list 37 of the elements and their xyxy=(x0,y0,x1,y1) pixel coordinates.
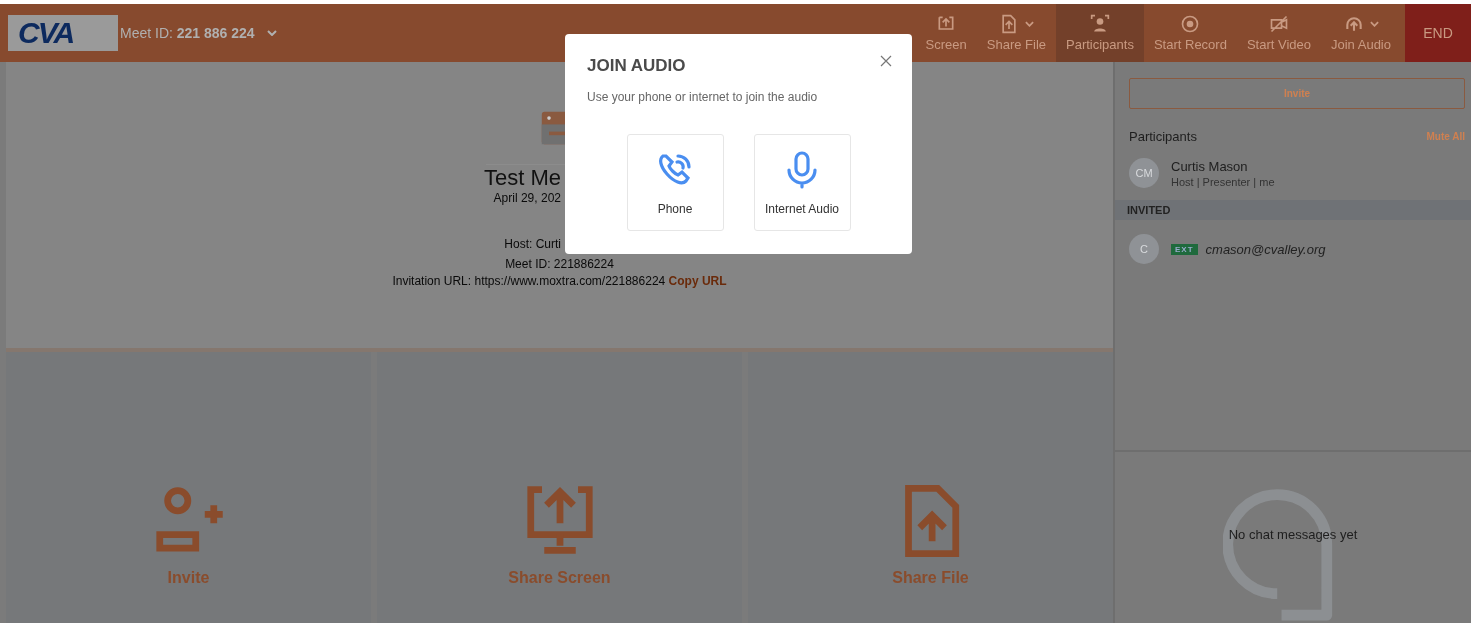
participant-name: Curtis Mason xyxy=(1171,158,1249,174)
audio-option-button[interactable]: Phone xyxy=(626,134,724,231)
chevron-down-icon[interactable] xyxy=(266,30,277,36)
company-logo: CVA xyxy=(8,15,118,51)
dialog-title: JOIN AUDIO xyxy=(587,56,686,76)
action-tile[interactable]: Share Screen xyxy=(377,352,742,623)
toolbar-button[interactable]: Start Video xyxy=(1236,4,1321,62)
meeting-id: Meet ID: 221886224 xyxy=(505,257,614,271)
toolbar-button[interactable]: Share File xyxy=(976,4,1056,62)
meeting-id: Meet ID: 221 886 224 xyxy=(120,25,255,41)
meeting-date: April 29, 202 xyxy=(493,191,561,205)
video-off-icon xyxy=(1268,14,1289,34)
toolbar-button[interactable]: Participants xyxy=(1056,4,1144,62)
action-tile[interactable]: Invite xyxy=(6,352,371,623)
empty-chat-message: No chat messages yet xyxy=(1228,527,1358,542)
close-icon[interactable] xyxy=(880,55,892,67)
record-icon xyxy=(1180,14,1201,34)
people-icon xyxy=(1089,14,1110,34)
participants-heading: Participants xyxy=(1129,129,1197,144)
toolbar-button[interactable]: Join Audio xyxy=(1321,4,1401,62)
participant-role: Host | Presenter | me xyxy=(1171,175,1275,188)
meeting-title: Test Me xyxy=(483,165,561,190)
dialog-message: Use your phone or internet to join the audio xyxy=(587,90,819,104)
copy-url-link[interactable]: Copy URL xyxy=(668,274,727,288)
toolbar-button[interactable]: Start Record xyxy=(1143,4,1237,62)
external-badge: EXT xyxy=(1171,243,1198,255)
avatar: CM xyxy=(1129,158,1159,188)
headphones-upload-icon xyxy=(1343,14,1364,34)
audio-option-button[interactable]: Internet Audio xyxy=(753,134,851,231)
end-button[interactable]: END xyxy=(1405,4,1471,62)
invited-section-header: INVITED xyxy=(1115,200,1471,220)
invited-email: cmason@cvalley.org xyxy=(1205,241,1326,257)
toolbar-button[interactable]: Screen xyxy=(915,4,977,62)
avatar: C xyxy=(1129,234,1159,264)
action-tile[interactable]: Share File xyxy=(748,352,1113,623)
invitation-url: Invitation URL: https://www.moxtra.com/221886224 xyxy=(392,274,666,288)
meeting-host: Host: Curti xyxy=(504,237,561,251)
